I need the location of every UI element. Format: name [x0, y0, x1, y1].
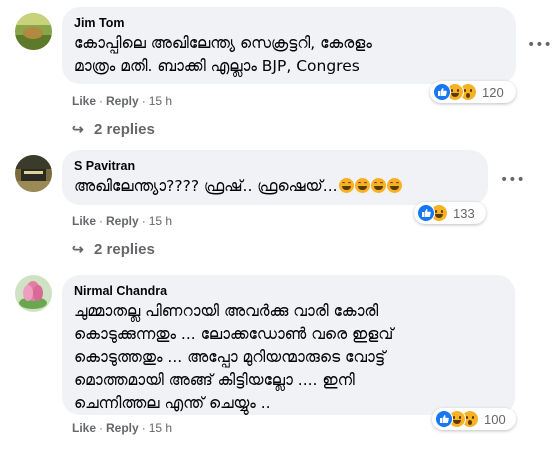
more-options-icon[interactable]: •••: [527, 35, 552, 55]
comment-text-line: കോപ്പിലെ അഖിലേന്ത്യ സെക്രട്ടറി, കേരളം: [74, 34, 372, 52]
more-options-icon[interactable]: •••: [500, 170, 525, 190]
reaction-count: 100: [484, 411, 506, 427]
comment-bubble: Nirmal Chandra ചുമ്മാതല്ല പിണറായി അവർക്ക…: [62, 275, 515, 415]
reaction-count: 133: [453, 205, 475, 221]
grinning-squint-emoji: [386, 178, 402, 193]
like-icon: [435, 410, 453, 428]
like-icon: [433, 83, 451, 101]
replies-count-label: 2 replies: [94, 241, 155, 258]
comment-text-line: അഖിലേന്ത്യാ???? ഫ്രഷ്.. ഫ്രഷെയ്...: [74, 175, 476, 197]
like-button[interactable]: Like: [72, 421, 96, 435]
comment-text-line: കൊടുക്കുന്നതും ... ലോക്കഡോൺ വരെ ഇളവ്: [74, 325, 394, 343]
comment-timestamp[interactable]: 15 h: [149, 214, 172, 228]
reply-button[interactable]: Reply: [106, 421, 139, 435]
comment-bubble: S Pavitran അഖിലേന്ത്യാ???? ഫ്രഷ്.. ഫ്രഷെ…: [62, 150, 488, 205]
comment-actions: Like · Reply · 15 h: [72, 421, 173, 435]
reply-arrow-icon: ↪: [72, 121, 84, 137]
comment-timestamp[interactable]: 15 h: [149, 421, 172, 435]
replies-count-label: 2 replies: [94, 121, 155, 138]
reply-arrow-icon: ↪: [72, 241, 84, 257]
comment-actions: Like · Reply · 15 h: [72, 214, 173, 228]
avatar[interactable]: [15, 155, 52, 192]
like-icon: [417, 204, 435, 222]
comment-text: അഖിലേന്ത്യാ???? ഫ്രഷ്.. ഫ്രഷെയ്...: [74, 177, 338, 195]
comment-author[interactable]: Nirmal Chandra: [74, 283, 503, 299]
comment-author[interactable]: Jim Tom: [74, 15, 504, 31]
like-button[interactable]: Like: [72, 214, 96, 228]
comment-author[interactable]: S Pavitran: [74, 158, 476, 174]
reaction-summary[interactable]: 120: [430, 81, 516, 103]
grinning-squint-emoji: [370, 178, 386, 193]
reaction-count: 120: [482, 84, 504, 100]
comment-timestamp[interactable]: 15 h: [149, 94, 172, 108]
grinning-squint-emoji: [354, 178, 370, 193]
reaction-summary[interactable]: 133: [414, 202, 486, 224]
comment-text-line: മാത്രം മതി. ബാക്കി എല്ലാം BJP, Congres: [74, 57, 360, 75]
comment-text-line: കൊടുത്തതും ... അപ്പോ മുറിയന്മാരുടെ വോട്ട…: [74, 348, 386, 366]
comment-text-line: മൊത്തമായി അങ്ങ് കിട്ടിയല്ലോ .... ഇനി: [74, 371, 355, 389]
avatar[interactable]: [15, 275, 52, 312]
view-replies-link[interactable]: ↪ 2 replies: [72, 241, 155, 258]
reply-button[interactable]: Reply: [106, 94, 139, 108]
avatar[interactable]: [15, 13, 52, 50]
comment-bubble: Jim Tom കോപ്പിലെ അഖിലേന്ത്യ സെക്രട്ടറി, …: [62, 7, 516, 84]
grinning-squint-emoji: [338, 178, 354, 193]
like-button[interactable]: Like: [72, 94, 96, 108]
reply-button[interactable]: Reply: [106, 214, 139, 228]
view-replies-link[interactable]: ↪ 2 replies: [72, 121, 155, 138]
reaction-summary[interactable]: 100: [432, 408, 516, 430]
comment-actions: Like · Reply · 15 h: [72, 94, 173, 108]
comment-text-line: ചുമ്മാതല്ല പിണറായി അവർക്കു വാരി കോരി: [74, 302, 379, 320]
